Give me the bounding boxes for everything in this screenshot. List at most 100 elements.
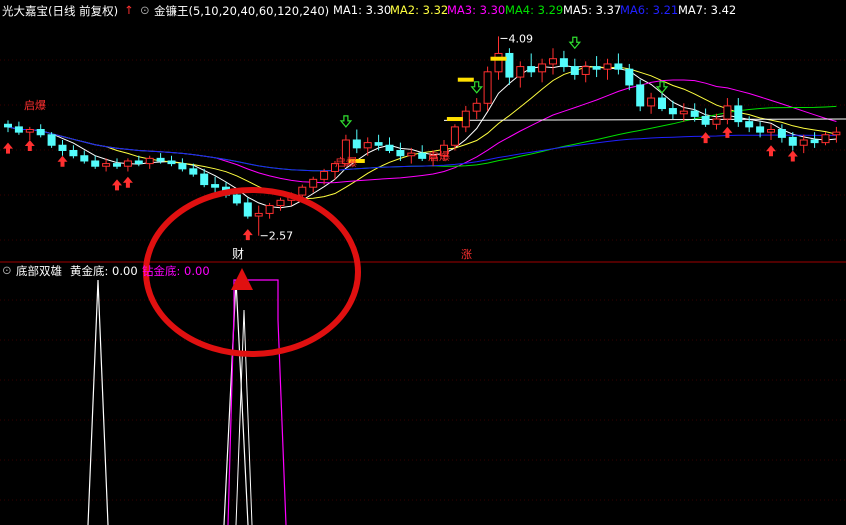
yellow-marker [446, 117, 463, 122]
sell-arrow-icon [655, 81, 669, 94]
candle-body [178, 163, 187, 170]
candle-body [701, 115, 710, 125]
candle-body [14, 126, 23, 133]
candle [385, 137, 394, 154]
candle [810, 132, 819, 148]
qibao-label: 启爆 [428, 149, 450, 163]
candle [723, 98, 732, 125]
candle-body [570, 66, 579, 75]
candle-body [527, 66, 536, 73]
buy-arrow-icon [122, 176, 133, 188]
candle [80, 150, 89, 164]
ma3-value: MA3: 3.30 [447, 3, 506, 17]
candle-body [767, 129, 775, 133]
candle-body [309, 178, 318, 188]
candle-body [821, 134, 830, 144]
indicator-spike [235, 309, 253, 525]
gold-bottom-value: 黄金底: 0.00 [70, 264, 138, 278]
candle [178, 158, 187, 172]
yellow-marker [490, 56, 507, 61]
candle-body [407, 152, 416, 157]
candle-body [374, 142, 383, 146]
candle [777, 124, 786, 143]
candle [570, 58, 579, 80]
candle [701, 108, 710, 127]
candle-body [352, 139, 361, 149]
stock-title[interactable]: 光大嘉宝(日线 前复权) [2, 3, 118, 19]
collapse-icon[interactable]: ⊙ [140, 3, 150, 17]
candle-body [320, 170, 329, 180]
candle [461, 105, 470, 133]
candle-body [145, 157, 154, 165]
candle-body [559, 58, 568, 68]
buy-arrow-icon [722, 126, 733, 138]
candle-body [745, 121, 754, 128]
candle [603, 58, 612, 80]
candle-body [243, 202, 252, 217]
candle [832, 126, 841, 143]
candle-body [91, 160, 100, 167]
candle-body [232, 194, 241, 204]
indicator-title[interactable]: 底部双雄 [16, 263, 62, 279]
candle [592, 56, 601, 78]
candle-body [254, 212, 263, 217]
chart-header: 光大嘉宝(日线 前复权) ↑ ⊙ 金镰王(5,10,20,40,60,120,2… [0, 0, 846, 20]
candle [538, 58, 547, 83]
sell-arrow-icon [339, 115, 353, 128]
candle [527, 53, 536, 78]
candle [647, 92, 656, 114]
candle-body [614, 63, 623, 70]
candle [352, 129, 361, 154]
candle [614, 53, 623, 75]
candle-body [200, 173, 209, 186]
candle-body [625, 68, 634, 86]
buy-arrow-icon [242, 229, 253, 241]
candle [254, 205, 263, 236]
candle-body [647, 97, 656, 107]
ma6-value: MA6: 3.21 [620, 3, 679, 17]
indicator-spike [227, 279, 287, 525]
zhang-label: 涨 [461, 248, 472, 261]
ma-line-ma2 [7, 66, 837, 200]
candle-body [47, 134, 56, 146]
candle-body [189, 168, 198, 175]
candle-body [123, 160, 132, 167]
triangle-marker-icon [231, 268, 253, 290]
candle-body [113, 163, 121, 167]
candle-body [810, 139, 819, 144]
candle-body [298, 186, 307, 196]
yellow-marker [457, 77, 474, 82]
candle-body [156, 157, 165, 162]
candle-body [80, 155, 89, 162]
candle-body [58, 144, 67, 151]
candle [374, 134, 383, 151]
buy-arrow-icon [24, 140, 35, 151]
collapse-icon[interactable]: ⊙ [2, 263, 12, 277]
candle-body [832, 131, 841, 136]
candle-body [592, 66, 601, 70]
low-price-label: 2.57 [269, 230, 294, 243]
qibao-label: 启爆 [24, 98, 46, 112]
buy-arrow-icon [3, 142, 13, 154]
sell-arrow-icon [470, 81, 483, 94]
candle [58, 140, 67, 156]
candle [483, 66, 492, 112]
candle-body [494, 52, 503, 73]
candle-body [134, 160, 143, 165]
candle [123, 158, 132, 172]
candle-body [756, 126, 765, 133]
candle [396, 142, 405, 161]
diamond-bottom-value: 钻金底: 0.00 [142, 264, 210, 278]
candle-body [265, 205, 274, 214]
indicator-spike [87, 279, 109, 525]
indicator-name[interactable]: 金镰王(5,10,20,40,60,120,240) [154, 3, 329, 19]
candle-body [461, 110, 470, 128]
candle [767, 124, 775, 140]
candle-body [636, 84, 645, 107]
candle [189, 163, 198, 177]
buy-arrow-icon [787, 150, 798, 162]
candle-body [538, 63, 547, 73]
ma7-value: MA7: 3.42 [678, 3, 737, 17]
candle [309, 176, 318, 193]
ma1-value: MA1: 3.30 [333, 3, 392, 17]
